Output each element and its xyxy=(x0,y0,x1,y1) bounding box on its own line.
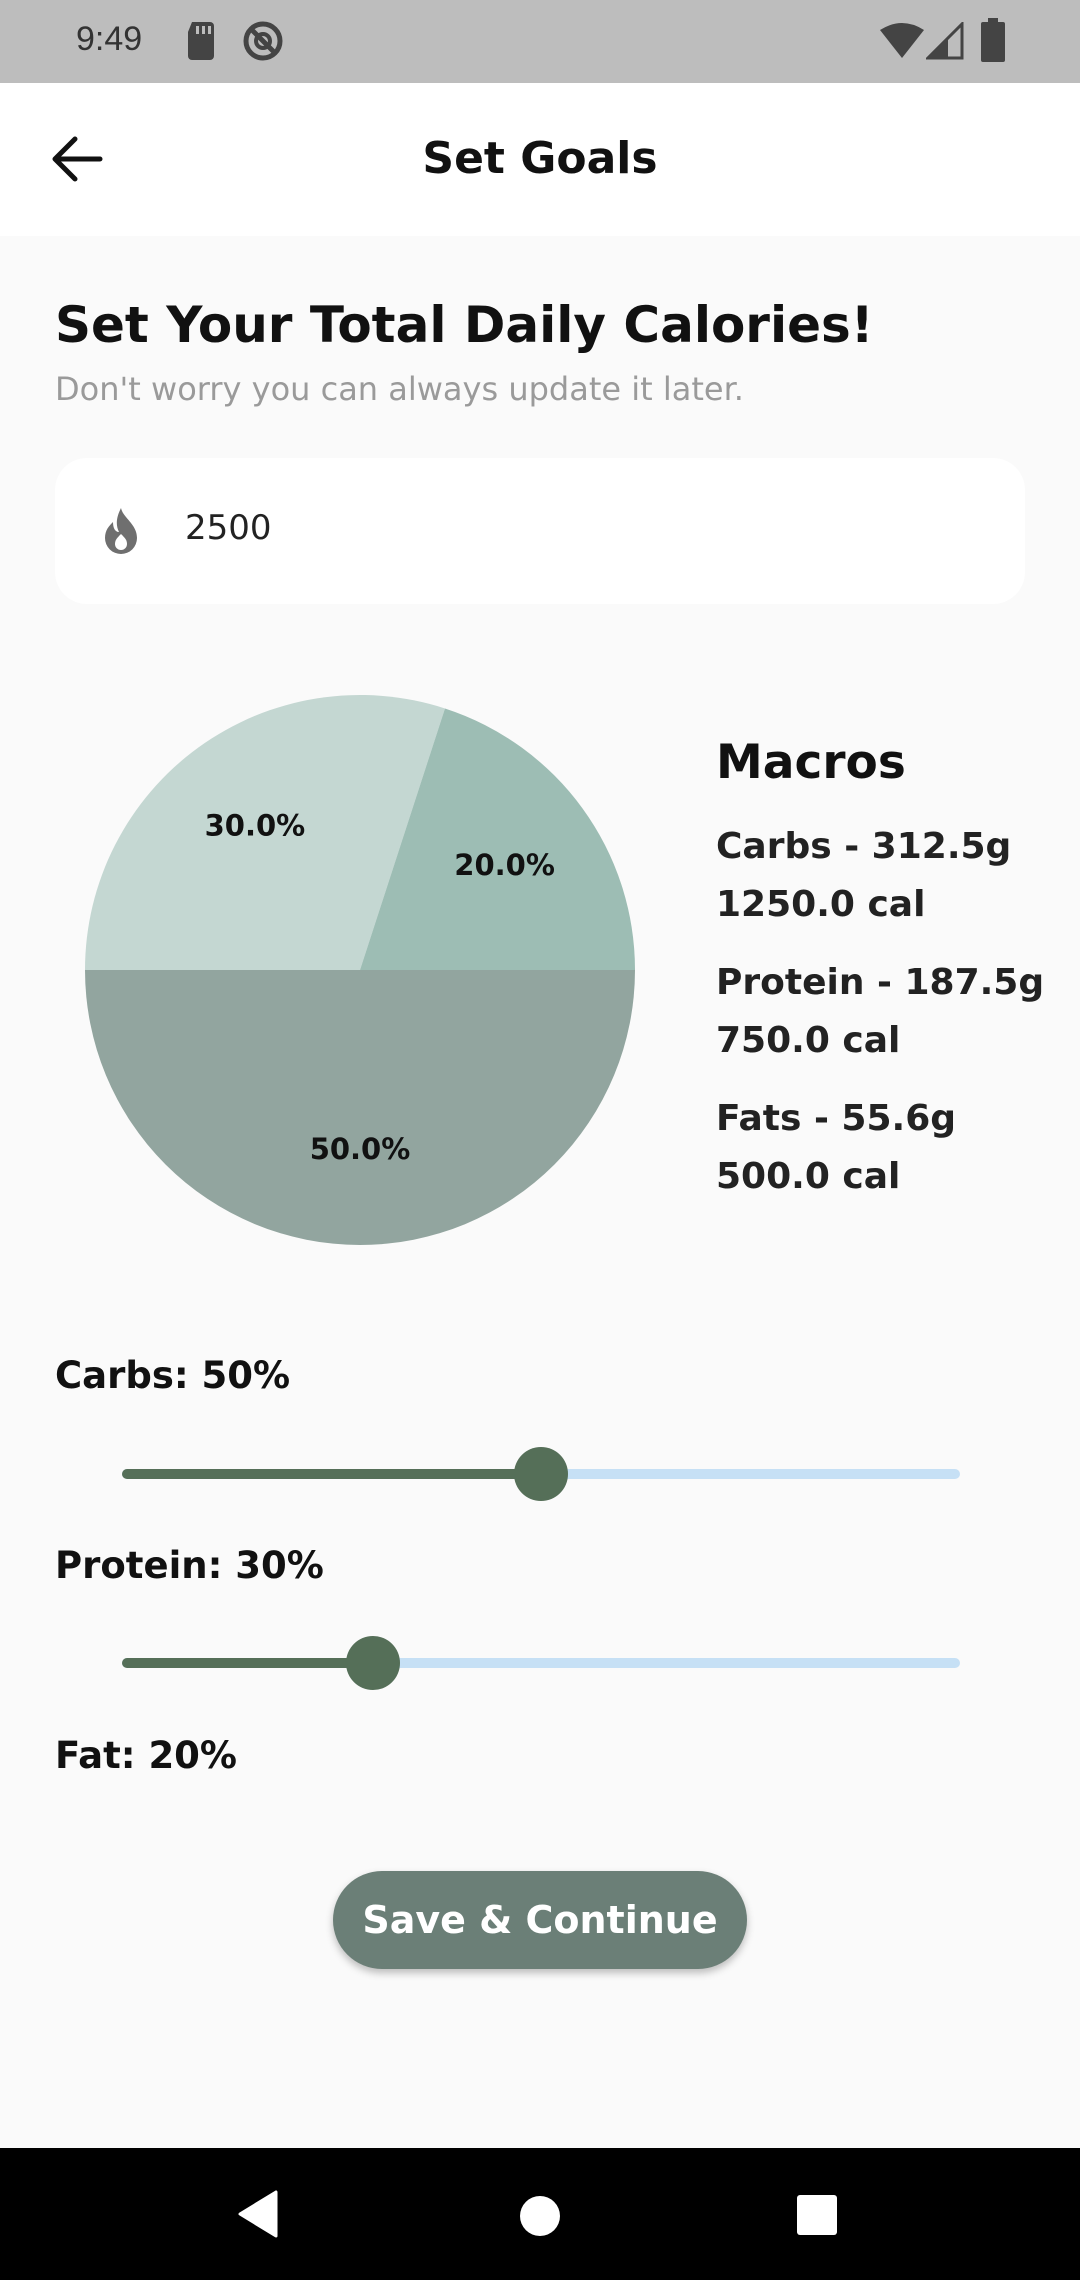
protein-slider[interactable] xyxy=(122,1633,960,1693)
save-continue-button[interactable]: Save & Continue xyxy=(333,1871,747,1969)
recents-square-icon[interactable] xyxy=(796,2194,838,2236)
system-nav-bar xyxy=(0,2148,1080,2280)
status-time: 9:49 xyxy=(76,20,143,58)
macro-protein-cal: 750.0 cal xyxy=(716,1020,901,1061)
wifi-icon xyxy=(880,23,924,58)
macro-carbs: Carbs - 312.5g 1250.0 cal xyxy=(716,818,1066,934)
calories-input[interactable] xyxy=(185,508,965,548)
pie-label-fat: 20.0% xyxy=(454,848,555,882)
pie-label-protein: 30.0% xyxy=(205,808,306,842)
calories-heading: Set Your Total Daily Calories! xyxy=(55,296,874,354)
macros-pie-chart: 50.0% 30.0% 20.0% xyxy=(85,694,635,1245)
slider-fill xyxy=(122,1658,374,1668)
calories-subheading: Don't worry you can always update it lat… xyxy=(55,370,744,408)
home-circle-icon[interactable] xyxy=(518,2194,562,2238)
macro-protein-grams: Protein - 187.5g xyxy=(716,962,1045,1003)
pie-slice-carbs xyxy=(85,970,635,1245)
app-bar: Set Goals xyxy=(0,83,1080,236)
sd-card-icon xyxy=(188,22,214,60)
macro-fats: Fats - 55.6g 500.0 cal xyxy=(716,1090,1066,1206)
battery-icon xyxy=(981,18,1005,62)
do-not-disturb-icon xyxy=(243,21,283,61)
slider-thumb[interactable] xyxy=(346,1636,401,1690)
macro-fats-cal: 500.0 cal xyxy=(716,1156,901,1197)
status-bar: 9:49 xyxy=(0,0,1080,83)
calories-field[interactable] xyxy=(55,458,1025,604)
macros-title: Macros xyxy=(716,735,906,790)
signal-icon xyxy=(926,22,964,60)
carbs-slider-label: Carbs: 50% xyxy=(55,1354,291,1397)
macros-summary: Macros Carbs - 312.5g 1250.0 cal Protein… xyxy=(716,735,1066,1226)
fat-label: Fat: 20% xyxy=(55,1734,238,1777)
macro-protein: Protein - 187.5g 750.0 cal xyxy=(716,954,1066,1070)
carbs-slider[interactable] xyxy=(122,1444,960,1504)
page-title: Set Goals xyxy=(422,133,658,184)
slider-thumb[interactable] xyxy=(514,1447,568,1501)
pie-label-carbs: 50.0% xyxy=(310,1132,411,1166)
macro-carbs-grams: Carbs - 312.5g xyxy=(716,826,1012,867)
slider-fill xyxy=(122,1469,541,1479)
flame-icon xyxy=(105,508,137,554)
macro-carbs-cal: 1250.0 cal xyxy=(716,884,926,925)
back-triangle-icon[interactable] xyxy=(236,2190,280,2238)
macro-fats-grams: Fats - 55.6g xyxy=(716,1098,957,1139)
protein-slider-label: Protein: 30% xyxy=(55,1544,324,1587)
